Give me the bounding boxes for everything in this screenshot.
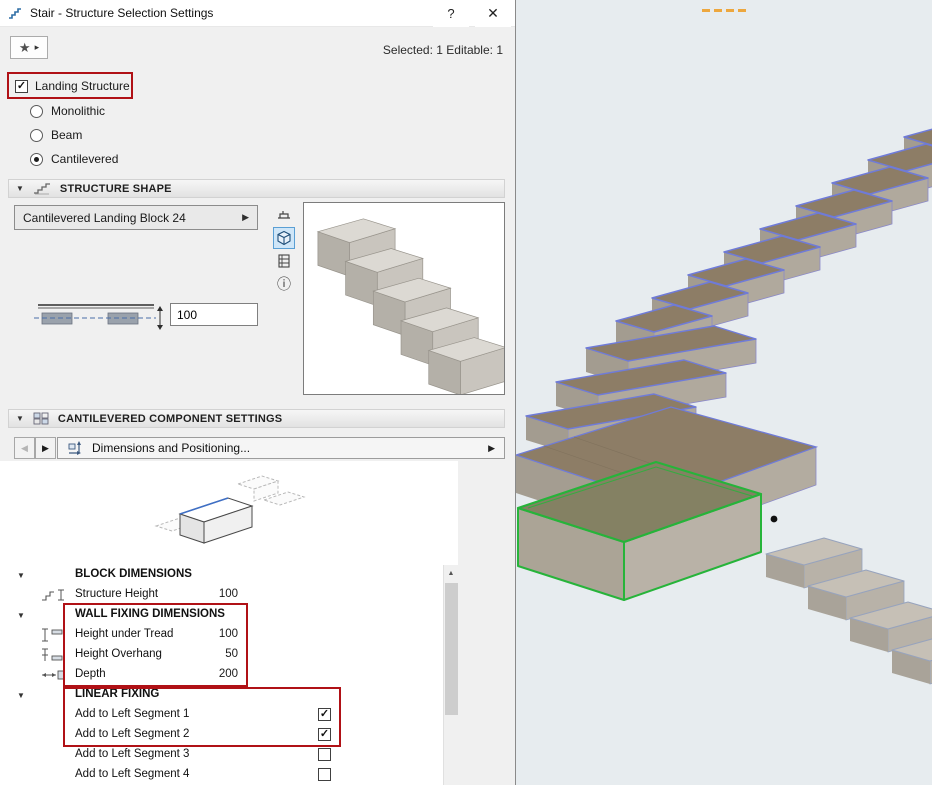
3d-view-button[interactable] bbox=[273, 227, 295, 249]
selection-status: Selected: 1 Editable: 1 bbox=[383, 43, 503, 57]
component-parameters-table: ▼ BLOCK DIMENSIONS Structure Height 100 … bbox=[0, 565, 443, 785]
structure-preview bbox=[303, 202, 505, 395]
param-label: Height Overhang bbox=[75, 648, 162, 660]
group-label: LINEAR FIXING bbox=[75, 688, 159, 700]
segment-1-checkbox[interactable]: ✓ bbox=[318, 708, 331, 721]
depth-icon bbox=[40, 667, 66, 683]
collapse-triangle-icon[interactable]: ▼ bbox=[16, 415, 24, 423]
nav-more-arrow-icon: ▶ bbox=[488, 443, 495, 454]
scrollbar-thumb[interactable] bbox=[445, 583, 458, 715]
positioning-icon bbox=[67, 441, 83, 455]
param-label: Height under Tread bbox=[75, 628, 173, 640]
nav-forward-button[interactable]: ▶ bbox=[35, 437, 56, 459]
nav-button-label: Dimensions and Positioning... bbox=[92, 441, 250, 455]
component-grid-icon bbox=[33, 412, 49, 425]
marquee-dashes-icon bbox=[702, 9, 746, 12]
height-diagram bbox=[34, 297, 166, 333]
checkbox-box[interactable]: ✓ bbox=[15, 80, 28, 93]
structure-shape-header[interactable]: ▼ STRUCTURE SHAPE bbox=[8, 179, 505, 198]
back-arrow-icon: ◀ bbox=[21, 443, 28, 454]
group-triangle-icon[interactable]: ▼ bbox=[17, 691, 25, 700]
favorites-button[interactable]: ★ ▸ bbox=[10, 36, 48, 59]
landing-structure-label: Landing Structure bbox=[35, 79, 130, 93]
dialog-title: Stair - Structure Selection Settings bbox=[30, 6, 213, 20]
component-settings-title: CANTILEVERED COMPONENT SETTINGS bbox=[58, 413, 282, 425]
param-value[interactable]: 50 bbox=[190, 648, 238, 660]
param-label: Depth bbox=[75, 668, 106, 680]
group-label: BLOCK DIMENSIONS bbox=[75, 568, 192, 580]
info-button[interactable]: ⓘ bbox=[273, 273, 295, 295]
segment-3-checkbox[interactable] bbox=[318, 748, 331, 761]
group-triangle-icon[interactable]: ▼ bbox=[17, 571, 25, 580]
structure-shape-icon bbox=[33, 183, 51, 195]
group-row-wall-fixing[interactable]: ▼ WALL FIXING DIMENSIONS bbox=[0, 605, 443, 625]
stair-app-icon bbox=[7, 5, 23, 21]
close-icon[interactable]: ✕ bbox=[475, 0, 511, 27]
height-under-tread-icon bbox=[40, 627, 66, 643]
stair-settings-dialog: Stair - Structure Selection Settings ? ✕… bbox=[0, 0, 516, 785]
group-row-linear-fixing[interactable]: ▼ LINEAR FIXING bbox=[0, 685, 443, 705]
group-row-block-dimensions[interactable]: ▼ BLOCK DIMENSIONS bbox=[0, 565, 443, 585]
param-label: Add to Left Segment 3 bbox=[75, 748, 189, 760]
collapse-triangle-icon[interactable]: ▼ bbox=[16, 185, 24, 193]
group-triangle-icon[interactable]: ▼ bbox=[17, 611, 25, 620]
param-row-segment-3[interactable]: Add to Left Segment 3 bbox=[0, 745, 443, 765]
table-scrollbar[interactable]: ▲ bbox=[443, 565, 458, 785]
preview-stair-render bbox=[304, 203, 504, 394]
structure-height-input[interactable] bbox=[170, 303, 258, 326]
hotspot-dot bbox=[771, 516, 778, 523]
landing-structure-checkbox[interactable]: ✓ Landing Structure bbox=[15, 79, 130, 93]
param-value[interactable]: 200 bbox=[190, 668, 238, 680]
param-value[interactable]: 100 bbox=[190, 628, 238, 640]
param-row-depth[interactable]: Depth 200 bbox=[0, 665, 443, 685]
scroll-up-icon[interactable]: ▲ bbox=[444, 565, 458, 581]
param-row-structure-height[interactable]: Structure Height 100 bbox=[0, 585, 443, 605]
flyout-arrow-icon: ▸ bbox=[35, 43, 40, 52]
landing-block-dropdown[interactable]: Cantilevered Landing Block 24 ▶ bbox=[14, 205, 258, 230]
param-label: Add to Left Segment 1 bbox=[75, 708, 189, 720]
schedule-icon bbox=[276, 253, 292, 269]
param-value[interactable]: 100 bbox=[190, 588, 238, 600]
param-label: Add to Left Segment 2 bbox=[75, 728, 189, 740]
param-label: Structure Height bbox=[75, 588, 158, 600]
3d-cube-icon bbox=[276, 230, 292, 246]
help-button[interactable]: ? bbox=[433, 0, 469, 27]
schedule-view-button[interactable] bbox=[273, 250, 295, 272]
param-row-segment-1[interactable]: Add to Left Segment 1 ✓ bbox=[0, 705, 443, 725]
component-settings-header[interactable]: ▼ CANTILEVERED COMPONENT SETTINGS bbox=[8, 409, 505, 428]
radio-monolithic[interactable]: Monolithic bbox=[30, 104, 105, 118]
structure-shape-title: STRUCTURE SHAPE bbox=[60, 183, 172, 195]
segment-4-checkbox[interactable] bbox=[318, 768, 331, 781]
radio-monolithic-label: Monolithic bbox=[51, 104, 105, 118]
structure-height-icon bbox=[40, 587, 66, 603]
param-row-height-overhang[interactable]: Height Overhang 50 bbox=[0, 645, 443, 665]
radio-beam[interactable]: Beam bbox=[30, 128, 82, 142]
group-label: WALL FIXING DIMENSIONS bbox=[75, 608, 225, 620]
plan-view-icon bbox=[276, 207, 292, 223]
param-label: Add to Left Segment 4 bbox=[75, 768, 189, 780]
segment-2-checkbox[interactable]: ✓ bbox=[318, 728, 331, 741]
param-row-height-under-tread[interactable]: Height under Tread 100 bbox=[0, 625, 443, 645]
radio-cantilevered-label: Cantilevered bbox=[51, 152, 118, 166]
landing-block-diagram bbox=[150, 470, 315, 562]
stair-3d-model bbox=[516, 0, 932, 785]
radio-cantilevered[interactable]: Cantilevered bbox=[30, 152, 118, 166]
title-bar: Stair - Structure Selection Settings ? ✕ bbox=[0, 0, 515, 27]
dimensions-positioning-button[interactable]: Dimensions and Positioning... ▶ bbox=[57, 437, 505, 459]
param-row-segment-2[interactable]: Add to Left Segment 2 ✓ bbox=[0, 725, 443, 745]
3d-viewport[interactable] bbox=[516, 0, 932, 785]
dropdown-arrow-icon: ▶ bbox=[242, 212, 249, 223]
forward-arrow-icon: ▶ bbox=[42, 443, 49, 454]
plan-view-button[interactable] bbox=[273, 204, 295, 226]
dropdown-value: Cantilevered Landing Block 24 bbox=[23, 211, 186, 225]
param-row-segment-4[interactable]: Add to Left Segment 4 bbox=[0, 765, 443, 785]
radio-circle[interactable] bbox=[30, 129, 43, 142]
height-overhang-icon bbox=[40, 647, 66, 663]
nav-back-button[interactable]: ◀ bbox=[14, 437, 35, 459]
star-icon: ★ bbox=[19, 41, 31, 54]
radio-circle-selected[interactable] bbox=[30, 153, 43, 166]
radio-circle[interactable] bbox=[30, 105, 43, 118]
info-icon: ⓘ bbox=[277, 274, 291, 294]
radio-beam-label: Beam bbox=[51, 128, 82, 142]
